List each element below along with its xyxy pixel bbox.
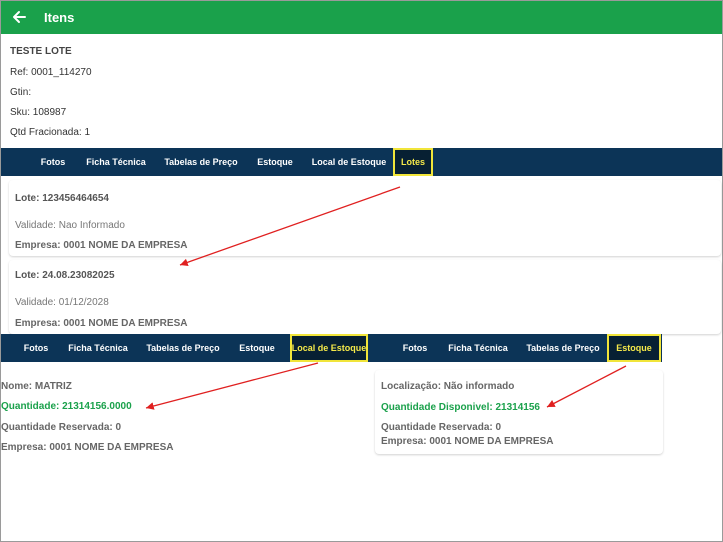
local-nome: Nome: MATRIZ [1, 381, 72, 392]
lote-number: Lote: 123456464654 [15, 193, 109, 204]
product-name: TESTE LOTE [10, 46, 72, 57]
estoque-quantidade-disponivel: Quantidade Disponivel: 21314156 [381, 402, 540, 413]
lote-validade: Validade: Nao Informado [15, 220, 125, 231]
estoque-localizacao: Localização: Não informado [381, 381, 515, 392]
tab-tabelas-de-preco[interactable]: Tabelas de Preço [145, 334, 221, 362]
validade-value: 01/12/2028 [58, 297, 109, 308]
app-bar: Itens [1, 1, 722, 34]
product-ref: Ref: 0001_114270 [10, 67, 92, 78]
estoque-quantidade-reservada: Quantidade Reservada: 0 [381, 422, 502, 433]
product-qtd-fracionada: Qtd Fracionada: 1 [10, 127, 91, 138]
tab-bar-lotes: Fotos Ficha Técnica Tabelas de Preço Est… [1, 148, 722, 176]
tab-fotos[interactable]: Fotos [397, 334, 433, 362]
tab-estoque[interactable]: Estoque [237, 334, 277, 362]
lote-card: Lote: 24.08.23082025 Validade: 01/12/202… [9, 260, 721, 334]
estoque-empresa: Empresa: 0001 NOME DA EMPRESA [381, 436, 554, 447]
tab-tabelas-de-preco[interactable]: Tabelas de Preço [161, 148, 241, 176]
tab-tabelas-de-preco[interactable]: Tabelas de Preço [524, 334, 602, 362]
lote-number: Lote: 24.08.23082025 [15, 270, 115, 281]
local-empresa: Empresa: 0001 NOME DA EMPRESA [1, 442, 174, 453]
product-sku: Sku: 108987 [10, 107, 67, 118]
tab-fotos[interactable]: Fotos [35, 148, 71, 176]
arrow-left-icon[interactable] [10, 8, 28, 26]
lote-empresa: Empresa: 0001 NOME DA EMPRESA [15, 318, 188, 329]
lote-card: Lote: 123456464654 Validade: Nao Informa… [9, 180, 721, 256]
tab-estoque[interactable]: Estoque [253, 148, 297, 176]
tab-lotes[interactable]: Lotes [393, 148, 433, 176]
lote-empresa: Empresa: 0001 NOME DA EMPRESA [15, 240, 188, 251]
validade-label: Validade: [15, 297, 56, 308]
tab-local-de-estoque[interactable]: Local de Estoque [309, 148, 389, 176]
validade-value: Nao Informado [58, 220, 125, 231]
tab-ficha-tecnica[interactable]: Ficha Técnica [67, 334, 129, 362]
validade-label: Validade: [15, 220, 56, 231]
tab-ficha-tecnica[interactable]: Ficha Técnica [447, 334, 509, 362]
tab-estoque[interactable]: Estoque [607, 334, 661, 362]
page-title: Itens [44, 10, 75, 25]
lote-validade: Validade: 01/12/2028 [15, 297, 109, 308]
tab-bar-estoque: Fotos Ficha Técnica Tabelas de Preço Est… [369, 334, 662, 362]
product-gtin: Gtin: [10, 87, 32, 98]
tab-ficha-tecnica[interactable]: Ficha Técnica [83, 148, 149, 176]
estoque-card: Localização: Não informado Quantidade Di… [375, 370, 663, 454]
local-quantidade-reservada: Quantidade Reservada: 0 [1, 422, 122, 433]
tab-local-de-estoque[interactable]: Local de Estoque [290, 334, 368, 362]
local-quantidade: Quantidade: 21314156.0000 [1, 401, 132, 412]
tab-bar-local-estoque: Fotos Ficha Técnica Tabelas de Preço Est… [1, 334, 369, 362]
tab-fotos[interactable]: Fotos [21, 334, 51, 362]
